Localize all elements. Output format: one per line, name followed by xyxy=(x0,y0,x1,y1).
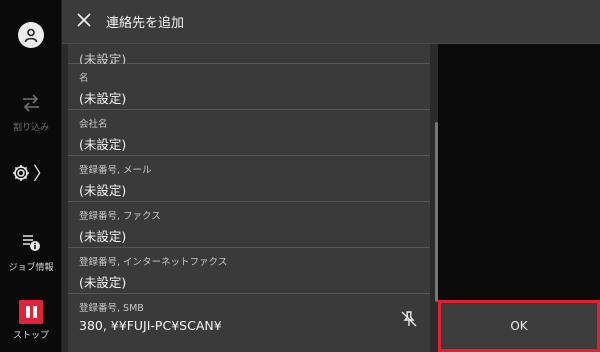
field-row-internet-fax[interactable]: 登録番号, インターネットファクス (未設定) xyxy=(68,248,430,294)
field-label: 登録番号, メール xyxy=(79,165,152,176)
ok-label: OK xyxy=(510,319,528,333)
field-row[interactable]: (未設定) xyxy=(68,44,430,67)
interrupt-label: 割り込み xyxy=(12,123,49,133)
interrupt-button[interactable]: 割り込み xyxy=(0,94,62,133)
field-label: 登録番号, SMB xyxy=(79,303,144,314)
settings-button[interactable]: 〉 xyxy=(0,160,62,190)
user-button[interactable] xyxy=(0,22,62,48)
close-icon xyxy=(76,12,92,32)
field-list[interactable]: (未設定) 名 (未設定) 会社名 (未設定) 登録番号, メール (未設定) … xyxy=(62,44,438,352)
page-title: 連絡先を追加 xyxy=(106,16,185,31)
empty-area xyxy=(438,44,600,300)
user-icon xyxy=(18,22,44,48)
field-row-company[interactable]: 会社名 (未設定) xyxy=(68,110,430,156)
field-label: 登録番号, ファクス xyxy=(79,211,161,222)
stop-label: ストップ xyxy=(12,331,49,341)
gear-icon xyxy=(11,160,31,190)
job-status-icon xyxy=(21,232,41,256)
chevron-right-icon: 〉 xyxy=(33,164,51,185)
job-status-label: ジョブ情報 xyxy=(8,263,54,273)
field-row-first-name[interactable]: 名 (未設定) xyxy=(68,64,430,110)
field-value: (未設定) xyxy=(79,229,127,244)
field-label: 名 xyxy=(79,73,89,84)
field-value: (未設定) xyxy=(79,275,127,290)
left-rail: 割り込み 〉 ジョブ情報 ストップ xyxy=(0,0,62,352)
field-row-email[interactable]: 登録番号, メール (未設定) xyxy=(68,156,430,202)
job-status-button[interactable]: ジョブ情報 xyxy=(0,232,62,273)
interrupt-icon xyxy=(20,94,42,116)
stop-icon xyxy=(19,300,43,324)
field-value: (未設定) xyxy=(79,91,127,106)
field-value: (未設定) xyxy=(79,183,127,198)
close-button[interactable] xyxy=(64,0,104,44)
field-row-smb[interactable]: 登録番号, SMB 380, ¥¥FUJI-PC¥SCAN¥ xyxy=(68,294,430,352)
dialog-header: 連絡先を追加 xyxy=(62,0,600,44)
stop-button[interactable]: ストップ xyxy=(0,300,62,341)
ok-button[interactable]: OK xyxy=(438,300,600,352)
field-label: 登録番号, インターネットファクス xyxy=(79,257,228,268)
unpin-icon[interactable] xyxy=(400,310,418,332)
field-row-fax[interactable]: 登録番号, ファクス (未設定) xyxy=(68,202,430,248)
field-value: 380, ¥¥FUJI-PC¥SCAN¥ xyxy=(79,318,222,333)
field-value: (未設定) xyxy=(79,137,127,152)
field-label: 会社名 xyxy=(79,119,108,130)
